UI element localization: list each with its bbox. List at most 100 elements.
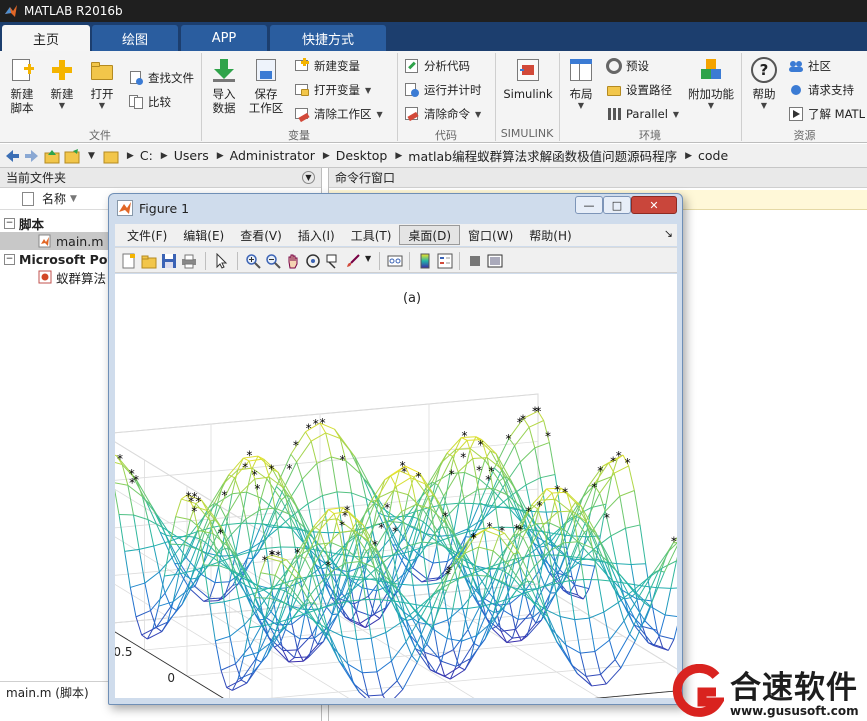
breadcrumb-desktop[interactable]: Desktop xyxy=(336,148,388,163)
menu-desktop[interactable]: 桌面(D) xyxy=(399,225,461,245)
command-window-title: 命令行窗口 xyxy=(335,171,396,185)
tab-apps[interactable]: APP xyxy=(181,25,267,51)
parallel-dropdown-icon[interactable]: ▼ xyxy=(673,110,679,119)
find-files-button[interactable]: 查找文件 xyxy=(128,69,194,87)
community-people-icon xyxy=(788,58,804,74)
surface-mesh-line xyxy=(670,560,677,589)
help-button[interactable]: ? 帮助 ▼ xyxy=(748,57,780,111)
breadcrumb-users[interactable]: Users xyxy=(174,148,209,163)
menu-edit[interactable]: 编辑(E) xyxy=(175,225,232,245)
new-script-button[interactable]: 新建 脚本 xyxy=(6,57,38,115)
ant-marker: * xyxy=(269,548,275,562)
tab-plots[interactable]: 绘图 xyxy=(92,25,178,51)
close-button[interactable]: ✕ xyxy=(631,196,677,214)
menu-view[interactable]: 查看(V) xyxy=(232,225,290,245)
clear-commands-dropdown-icon[interactable]: ▼ xyxy=(475,110,481,119)
menu-file[interactable]: 文件(F) xyxy=(119,225,175,245)
layout-button[interactable]: 布局 ▼ xyxy=(565,57,597,111)
ant-marker: * xyxy=(415,470,421,484)
parallel-button[interactable]: Parallel ▼ xyxy=(606,105,679,123)
pan-hand-icon[interactable] xyxy=(285,253,301,269)
rotate-3d-icon[interactable] xyxy=(305,253,321,269)
column-name[interactable]: 名称 xyxy=(42,190,66,207)
hide-plot-tools-icon[interactable] xyxy=(467,253,483,269)
run-and-time-button[interactable]: 运行并计时 xyxy=(404,81,482,99)
open-variable-dropdown-icon[interactable]: ▼ xyxy=(365,86,371,95)
import-data-button[interactable]: 导入 数据 xyxy=(208,57,240,115)
show-plot-tools-icon[interactable] xyxy=(487,253,503,269)
open-variable-button[interactable]: 打开变量 ▼ xyxy=(294,81,371,99)
zoom-out-icon[interactable] xyxy=(265,253,281,269)
insert-legend-icon[interactable] xyxy=(437,253,453,269)
surface-mesh-line xyxy=(649,571,665,608)
save-figure-icon[interactable] xyxy=(161,253,177,269)
save-workspace-icon xyxy=(253,57,279,83)
preferences-button[interactable]: 预设 xyxy=(606,57,649,75)
add-ons-button[interactable]: 附加功能 ▼ xyxy=(686,57,736,111)
analyze-code-button[interactable]: 分析代码 xyxy=(404,57,470,75)
clear-workspace-dropdown-icon[interactable]: ▼ xyxy=(377,110,383,119)
back-arrow-icon[interactable] xyxy=(4,148,20,164)
surface-mesh-line xyxy=(546,488,553,494)
new-figure-icon[interactable] xyxy=(121,253,137,269)
maximize-button[interactable]: □ xyxy=(603,196,631,214)
menu-insert[interactable]: 插入(I) xyxy=(290,225,343,245)
sort-arrow-icon[interactable]: ▼ xyxy=(70,194,77,204)
surface-mesh-line xyxy=(639,524,647,564)
forward-arrow-icon[interactable] xyxy=(24,148,40,164)
collapse-scripts-icon[interactable]: − xyxy=(4,217,15,229)
surface-mesh-line xyxy=(642,625,658,631)
compare-button[interactable]: 比较 xyxy=(128,93,171,111)
app-title: MATLAB R2016b xyxy=(24,4,123,18)
collapse-powerpoint-icon[interactable]: − xyxy=(4,253,15,265)
up-folder-icon[interactable] xyxy=(44,148,60,164)
ant-marker: * xyxy=(384,501,390,515)
print-figure-icon[interactable] xyxy=(181,253,197,269)
breadcrumb-c[interactable]: C: xyxy=(140,148,153,163)
surface-mesh-line xyxy=(638,627,655,647)
open-file-icon[interactable] xyxy=(141,253,157,269)
edit-plot-arrow-icon[interactable] xyxy=(213,253,229,269)
simulink-button[interactable]: Simulink xyxy=(502,57,554,101)
zoom-in-icon[interactable] xyxy=(245,253,261,269)
set-path-button[interactable]: 设置路径 xyxy=(606,81,672,99)
open-button[interactable]: 打开 ▼ xyxy=(86,57,118,111)
menu-help[interactable]: 帮助(H) xyxy=(521,225,579,245)
learn-matlab-button[interactable]: 了解 MATL xyxy=(788,105,865,123)
panel-actions-icon[interactable]: ▼ xyxy=(302,171,315,184)
breadcrumb-project-folder[interactable]: matlab编程蚁群算法求解函数极值问题源码程序 xyxy=(408,146,677,165)
data-cursor-icon[interactable] xyxy=(325,253,341,269)
surface-mesh-line xyxy=(659,635,675,640)
figure-window[interactable]: Figure 1 — □ ✕ 文件(F) 编辑(E) 查看(V) 插入(I) 工… xyxy=(108,193,683,705)
figure-canvas[interactable]: * * * * * * * * * * * * * * * * * * * * * * * * * * * * * * * * * * * * * * * *… xyxy=(115,274,677,698)
surface-mesh-line xyxy=(540,473,556,479)
breadcrumb-administrator[interactable]: Administrator xyxy=(230,148,315,163)
ant-marker: * xyxy=(268,463,274,477)
breadcrumb-code[interactable]: code xyxy=(698,148,728,163)
new-variable-button[interactable]: 新建变量 xyxy=(294,57,360,75)
brush-dropdown-icon[interactable]: ▼ xyxy=(365,254,371,263)
new-button[interactable]: 新建 ▼ xyxy=(46,57,78,111)
link-plot-icon[interactable] xyxy=(387,253,403,269)
menu-overflow-icon[interactable]: ↘ xyxy=(664,227,673,240)
request-support-button[interactable]: 请求支持 xyxy=(788,81,854,99)
ant-marker: * xyxy=(342,509,348,523)
insert-colorbar-icon[interactable] xyxy=(417,253,433,269)
menu-window[interactable]: 窗口(W) xyxy=(460,225,521,245)
menu-tools[interactable]: 工具(T) xyxy=(343,225,400,245)
current-folder-address-bar: ▼ ▶ C: ▶ Users ▶ Administrator ▶ Desktop… xyxy=(0,144,867,168)
community-button[interactable]: 社区 xyxy=(788,57,831,75)
add-ons-cubes-icon xyxy=(698,57,724,83)
browse-folder-icon[interactable] xyxy=(64,148,80,164)
watermark-brand: 合速软件 xyxy=(730,670,858,706)
ant-marker: * xyxy=(129,476,135,490)
minimize-button[interactable]: — xyxy=(575,196,603,214)
save-workspace-button[interactable]: 保存 工作区 xyxy=(246,57,286,115)
brush-icon[interactable] xyxy=(345,253,361,269)
clear-commands-button[interactable]: 清除命令 ▼ xyxy=(404,105,481,123)
m-file-icon xyxy=(38,234,51,248)
tab-shortcuts[interactable]: 快捷方式 xyxy=(270,25,386,51)
clear-workspace-button[interactable]: 清除工作区 ▼ xyxy=(294,105,383,123)
tab-home[interactable]: 主页 xyxy=(2,25,90,51)
figure-title: Figure 1 xyxy=(139,200,190,216)
